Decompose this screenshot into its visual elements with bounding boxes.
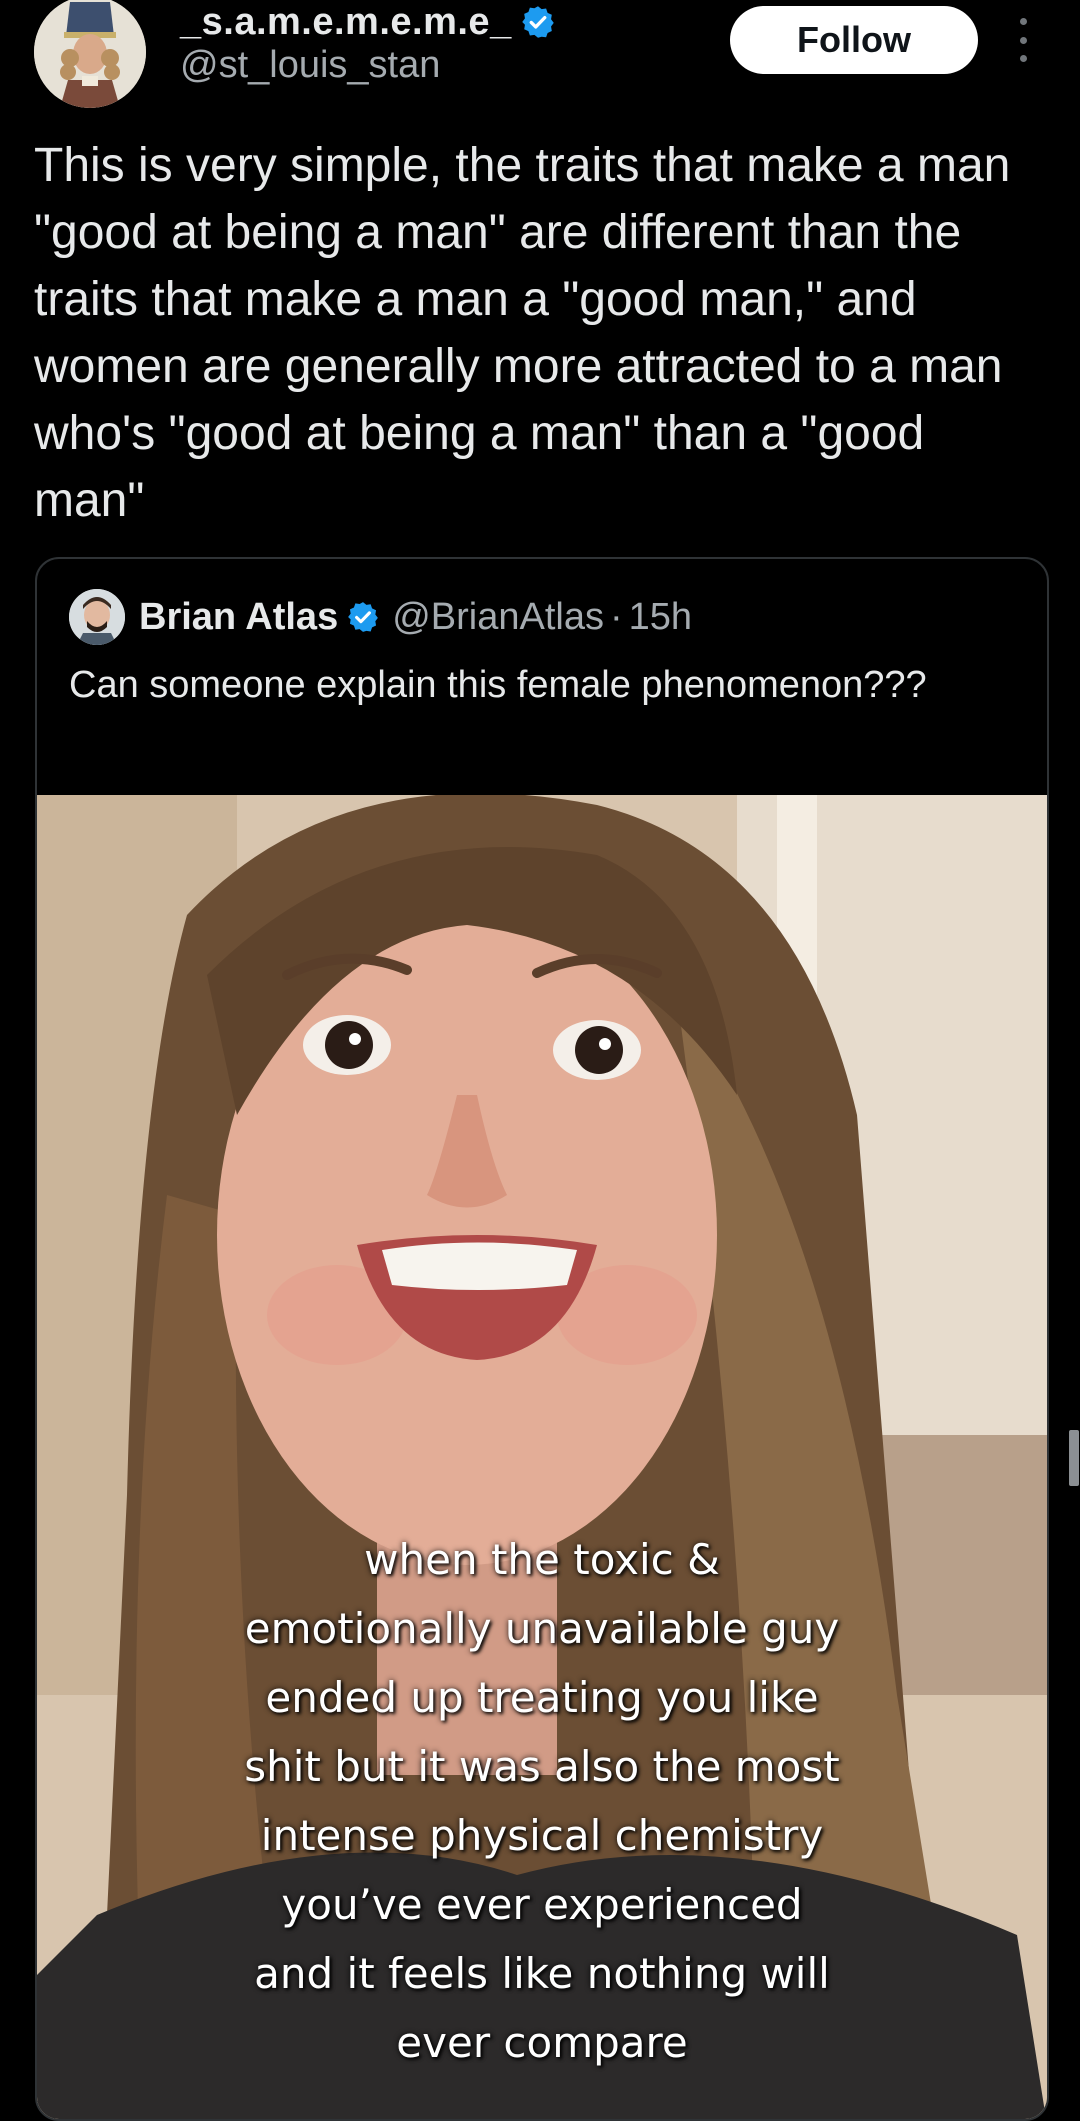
follow-button[interactable]: Follow <box>730 6 978 74</box>
quoted-tweet-header: Brian Atlas @BrianAtlas · 15h <box>69 587 692 647</box>
quoted-author-name[interactable]: Brian Atlas <box>139 596 338 639</box>
verified-badge-icon <box>520 4 556 40</box>
author-handle[interactable]: @st_louis_stan <box>180 44 440 87</box>
scrollbar-thumb[interactable] <box>1069 1430 1079 1486</box>
verified-badge-icon <box>346 600 380 634</box>
quoted-author-avatar[interactable] <box>69 589 125 645</box>
more-vertical-icon[interactable] <box>1010 18 1036 62</box>
quoted-tweet-text: Can someone explain this female phenomen… <box>69 664 927 706</box>
display-name[interactable]: _s.a.m.e.m.e.m.e_ <box>180 1 512 44</box>
video-caption: when the toxic & emotionally unavailable… <box>244 1535 840 2067</box>
tweet-text: This is very simple, the traits that mak… <box>34 139 1024 527</box>
meta-separator: · <box>609 595 623 638</box>
author-avatar[interactable] <box>34 0 146 108</box>
quoted-tweet-card[interactable]: Brian Atlas @BrianAtlas · 15h Can someon… <box>35 557 1049 2121</box>
quoted-tweet-video[interactable]: when the toxic & emotionally unavailable… <box>37 795 1047 2119</box>
display-name-row: _s.a.m.e.m.e.m.e_ <box>180 0 556 44</box>
tweet-header: _s.a.m.e.m.e.m.e_ @st_louis_stan Follow <box>0 0 1080 120</box>
quoted-tweet-timestamp[interactable]: 15h <box>629 596 692 639</box>
quoted-author-handle[interactable]: @BrianAtlas <box>392 596 604 639</box>
